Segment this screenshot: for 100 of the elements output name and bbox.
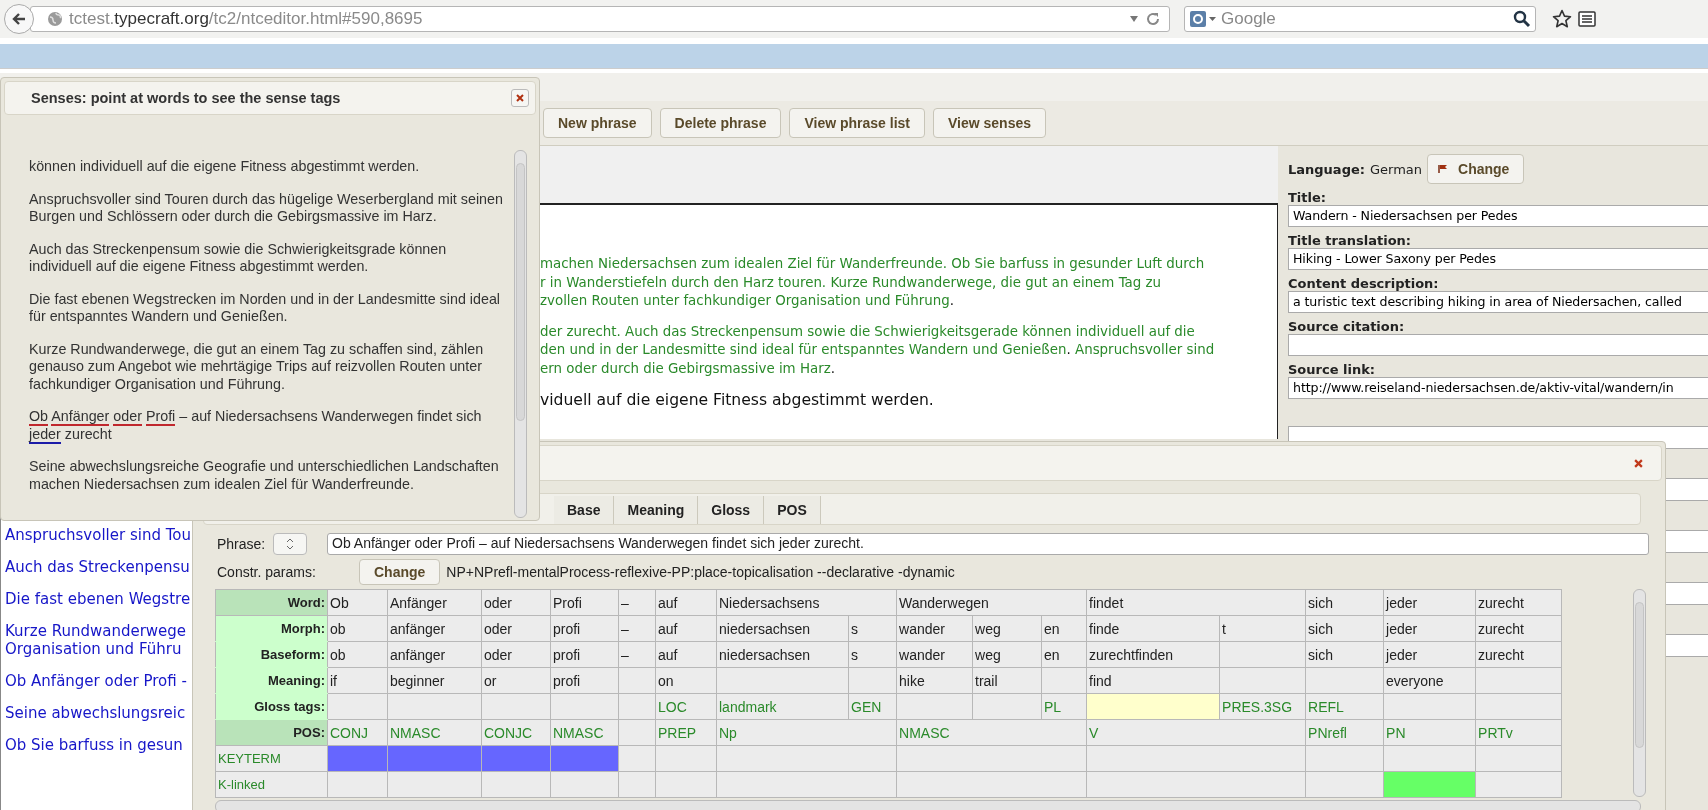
table-cell: NMASC bbox=[387, 719, 482, 746]
row-header: POS: bbox=[215, 719, 328, 746]
input-field[interactable] bbox=[1288, 334, 1708, 356]
spinner-arrows-icon bbox=[286, 537, 294, 551]
table-cell: – bbox=[618, 589, 656, 616]
tab[interactable]: POS bbox=[764, 496, 821, 524]
phrase-input[interactable]: Ob Anfänger oder Profi – auf Niedersachsens Wanderwegen findet sich jeder zurecht. bbox=[327, 533, 1649, 555]
table-cell: profi bbox=[550, 641, 619, 668]
change-params-button[interactable]: Change bbox=[359, 559, 441, 585]
globe-icon bbox=[47, 11, 63, 27]
toolbar-button[interactable]: View senses bbox=[933, 108, 1047, 138]
table-cell: anfänger bbox=[387, 615, 482, 642]
tab[interactable]: Gloss bbox=[698, 496, 765, 524]
underlined-word[interactable]: Profi bbox=[145, 408, 176, 426]
editor-text-line: machen Niedersachsen zum idealen Ziel für Wanderfreunde. Ob Sie barfuss in gesunder Luft durch bbox=[540, 255, 1206, 273]
table-cell bbox=[481, 771, 551, 798]
table-cell: zurecht bbox=[1475, 589, 1562, 616]
table-cell: find bbox=[1086, 667, 1220, 694]
back-button[interactable] bbox=[4, 4, 34, 34]
table-cell bbox=[481, 693, 551, 720]
language-value: German bbox=[1369, 161, 1423, 177]
table-cell: NMASC bbox=[550, 719, 619, 746]
table-cell: oder bbox=[481, 589, 551, 616]
scrollbar[interactable] bbox=[215, 800, 1641, 810]
editor-text-line: r in Wanderstiefeln durch den Harz touren. Kurze Rundwanderwege, die gut an einem Tag zu bbox=[540, 273, 1163, 292]
row-header: KEYTERM bbox=[215, 745, 328, 772]
phrase-label: Phrase: bbox=[217, 536, 267, 552]
dialog-title-bar[interactable]: Senses: point at words to see the sense tags bbox=[4, 81, 536, 115]
underlined-word[interactable]: oder bbox=[113, 408, 142, 426]
input-field[interactable]: http://www.reiseland-niedersachsen.de/aktiv-vital/wandern/in bbox=[1288, 377, 1708, 399]
toolbar-button[interactable]: Delete phrase bbox=[659, 108, 782, 138]
text-editor[interactable] bbox=[540, 203, 1278, 439]
table-cell: sich bbox=[1305, 589, 1384, 616]
table-cell: profi bbox=[550, 615, 619, 642]
table-cell: profi bbox=[550, 667, 619, 694]
table-cell: PN bbox=[1383, 719, 1476, 746]
row-header: Gloss tags: bbox=[215, 693, 328, 720]
table-cell bbox=[550, 693, 619, 720]
editor-text-line: ern oder durch die Gebirgsmassive im Harz. bbox=[540, 359, 836, 378]
input-field[interactable]: Wandern - Niedersachsen per Pedes bbox=[1288, 205, 1708, 227]
underlined-word[interactable]: Ob bbox=[29, 408, 49, 426]
table-cell: zurecht bbox=[1475, 641, 1562, 668]
field-label: Content description: bbox=[1288, 276, 1440, 291]
tab[interactable]: Meaning bbox=[614, 496, 699, 524]
table-cell: trail bbox=[972, 667, 1042, 694]
table-cell bbox=[972, 693, 1042, 720]
table-cell: Profi bbox=[550, 589, 619, 616]
table-cell: or bbox=[481, 667, 551, 694]
table-cell: sich bbox=[1305, 641, 1384, 668]
table-cell: everyone bbox=[1383, 667, 1476, 694]
close-icon bbox=[516, 94, 524, 102]
star-icon[interactable] bbox=[1552, 9, 1572, 29]
table-cell: findet bbox=[1086, 589, 1306, 616]
menu-icon[interactable] bbox=[1578, 10, 1596, 28]
flag-icon bbox=[1438, 164, 1449, 174]
table-cell: hike bbox=[896, 667, 973, 694]
table-cell: Wanderwegen bbox=[896, 589, 1087, 616]
close-button[interactable] bbox=[511, 89, 529, 107]
toolbar-button[interactable]: View phrase list bbox=[789, 108, 925, 138]
table-cell: zurecht bbox=[1475, 615, 1562, 642]
dropdown-caret-icon[interactable] bbox=[1129, 15, 1139, 23]
table-cell: NMASC bbox=[896, 719, 1087, 746]
underlined-word[interactable]: Anfänger bbox=[51, 408, 110, 426]
field-label: Title: bbox=[1288, 190, 1327, 205]
search-icon[interactable] bbox=[1513, 10, 1531, 28]
tab[interactable]: Base bbox=[554, 496, 615, 524]
url-field[interactable]: tctest.typecraft.org/tc2/ntceditor.html#590,8695 bbox=[30, 6, 1170, 32]
input-field[interactable]: Hiking - Lower Saxony per Pedes bbox=[1288, 248, 1708, 270]
sentence-text: Die fast ebenen Wegstrecken im Norden und in der Landesmitte sind ideal für entspanntes Wandern und Genießen. bbox=[29, 290, 501, 326]
row-header: K-linked bbox=[215, 771, 328, 798]
table-cell: wander bbox=[896, 641, 973, 668]
toolbar-button[interactable]: New phrase bbox=[543, 108, 652, 138]
table-cell: jeder bbox=[1383, 615, 1476, 642]
search-engine-icon[interactable] bbox=[1189, 10, 1217, 28]
table-cell: finde bbox=[1086, 615, 1220, 642]
reload-icon[interactable] bbox=[1145, 11, 1161, 27]
row-header: Morph: bbox=[215, 615, 328, 642]
table-cell: anfänger bbox=[387, 641, 482, 668]
row-header: Word: bbox=[215, 589, 328, 616]
editor-text-line: viduell auf die eigene Fitness abgestimmt werden. bbox=[540, 390, 935, 410]
editor-text-line: der zurecht. Auch das Streckenpensum sowie die Schwierigkeitsgerade können individuell auf die bbox=[540, 322, 1196, 341]
sentence-text: – auf Niedersachsens Wanderwegen findet sich bbox=[179, 408, 482, 424]
change-language-button[interactable]: Change bbox=[1427, 154, 1525, 184]
close-icon bbox=[1633, 458, 1643, 468]
url-text: tctest.typecraft.org/tc2/ntceditor.html#590,8695 bbox=[69, 9, 424, 29]
table-cell bbox=[550, 771, 619, 798]
scrollbar[interactable] bbox=[514, 150, 527, 518]
editor-text-line: zvollen Routen unter fachkundiger Organisation und Führung. bbox=[540, 292, 955, 310]
sentence-text: können individuell auf die eigene Fitness abgestimmt werden. bbox=[29, 158, 421, 176]
language-label: Language: bbox=[1288, 161, 1365, 177]
input-field[interactable]: a turistic text describing hiking in area of Niedersachen, called bbox=[1288, 291, 1708, 313]
search-placeholder: Google bbox=[1221, 9, 1277, 29]
search-field[interactable]: Google bbox=[1184, 6, 1536, 32]
table-cell: PRES.3SG bbox=[1219, 693, 1306, 720]
scrollbar[interactable] bbox=[1633, 589, 1646, 797]
table-cell: zurechtfinden bbox=[1086, 641, 1220, 668]
underlined-word[interactable]: jeder bbox=[29, 425, 61, 444]
table-cell: oder bbox=[481, 615, 551, 642]
sentence-text: Anspruchsvoller sind Touren durch das hügelige Weserbergland mit seinen Burgen und Schlössern oder durch die Gebirgsmassive im Harz. bbox=[29, 190, 504, 226]
table-cell: auf bbox=[655, 589, 717, 616]
